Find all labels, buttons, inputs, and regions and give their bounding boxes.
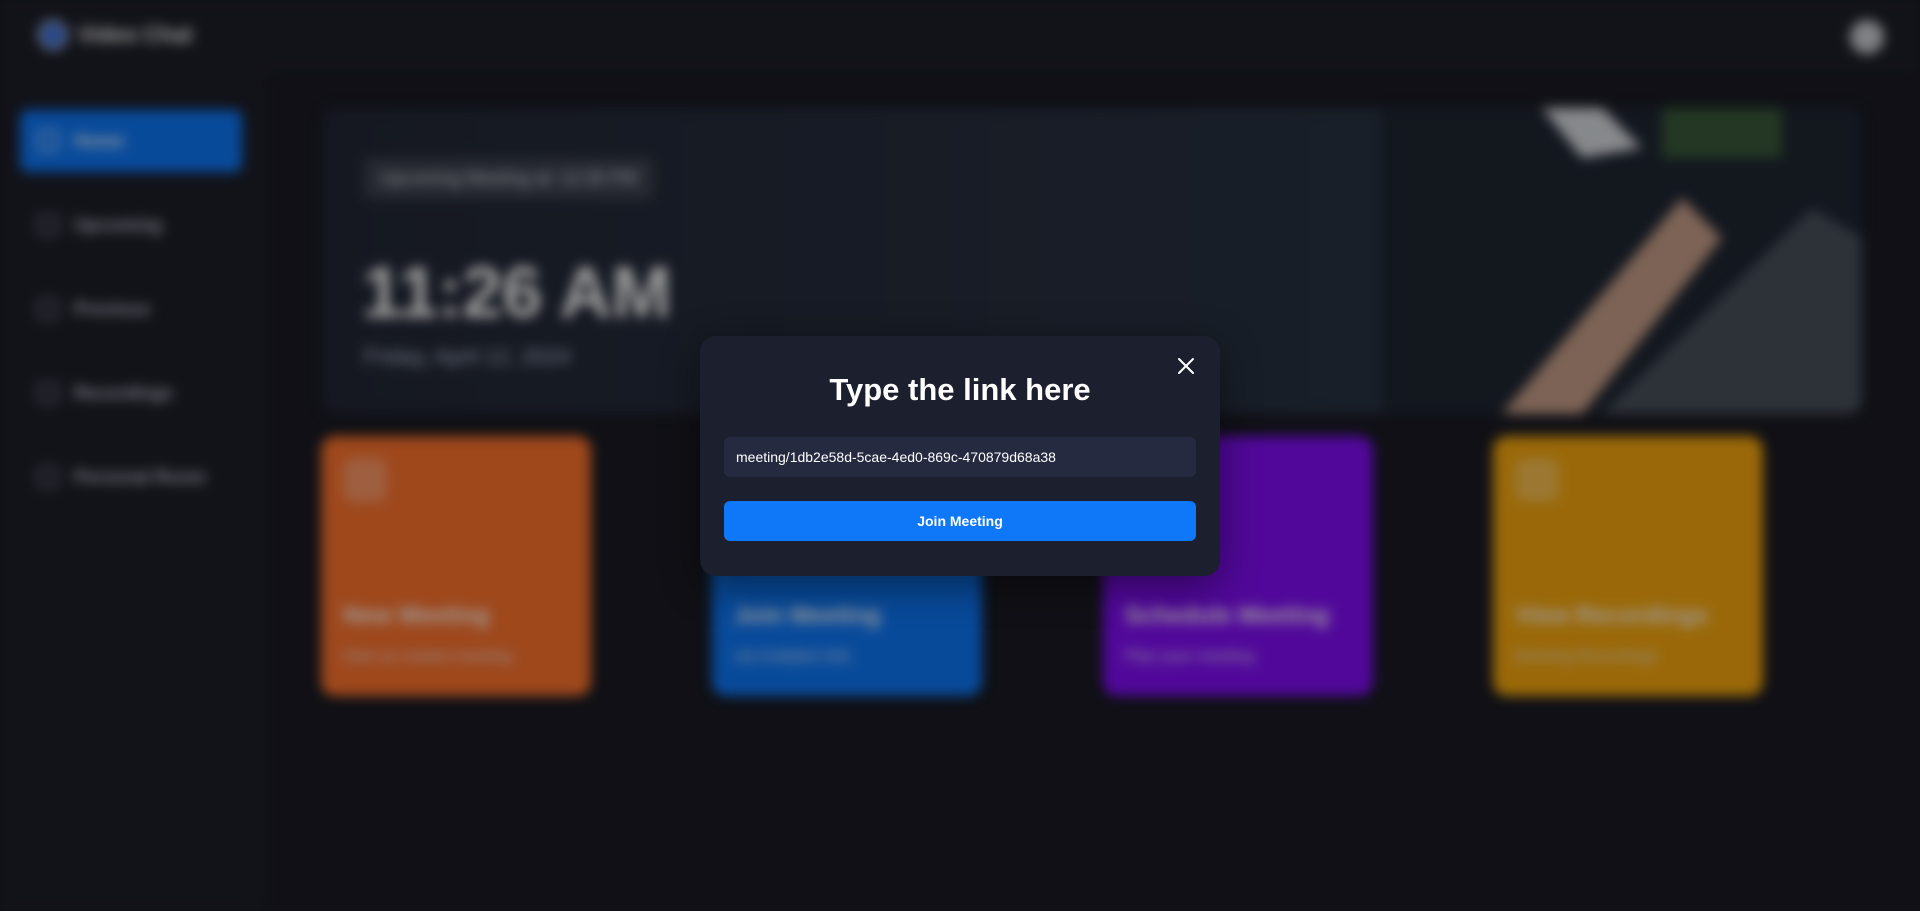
join-meeting-button[interactable]: Join Meeting — [724, 501, 1196, 541]
join-meeting-dialog: Type the link here Join Meeting — [700, 336, 1220, 576]
dialog-title: Type the link here — [829, 372, 1091, 407]
meeting-link-input[interactable] — [724, 437, 1196, 477]
